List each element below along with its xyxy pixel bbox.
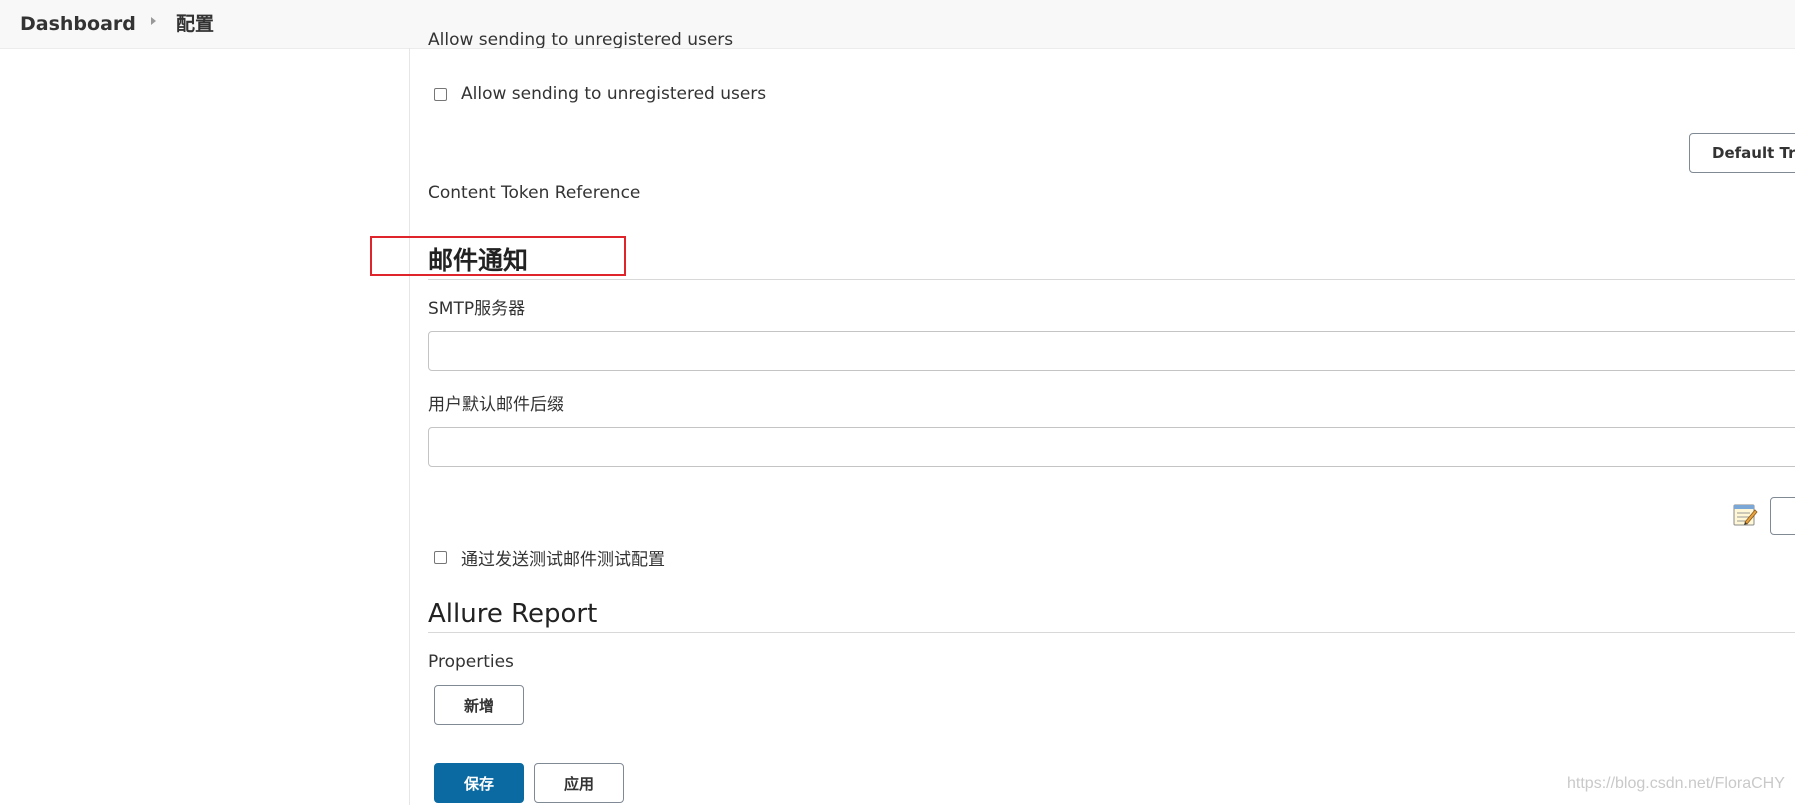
content-token-reference-label: Content Token Reference <box>428 183 641 203</box>
default-suffix-label: 用户默认邮件后缀 <box>428 395 564 415</box>
allure-report-title: Allure Report <box>428 599 598 629</box>
allow-unregistered-label: Allow sending to unregistered users <box>461 84 767 104</box>
scrolled-off-text: Allow sending to unregistered users <box>428 30 734 48</box>
save-button[interactable]: 保存 <box>434 763 524 803</box>
breadcrumb-bar: Dashboard 配置 <box>0 0 1795 49</box>
sidebar-divider <box>409 48 410 805</box>
allow-unregistered-checkbox[interactable] <box>434 87 447 101</box>
watermark-text: https://blog.csdn.net/FloraCHY <box>1567 775 1785 792</box>
notepad-icon[interactable] <box>1731 500 1759 528</box>
test-config-label: 通过发送测试邮件测试配置 <box>461 550 665 570</box>
add-property-button[interactable]: 新增 <box>434 685 524 725</box>
smtp-server-input[interactable] <box>428 331 1795 371</box>
properties-label: Properties <box>428 652 514 672</box>
apply-button[interactable]: 应用 <box>534 763 624 803</box>
test-config-checkbox[interactable] <box>434 551 447 564</box>
smtp-server-label: SMTP服务器 <box>428 299 526 319</box>
section-divider <box>428 632 1795 633</box>
advanced-button-partial[interactable] <box>1770 497 1795 535</box>
default-suffix-input[interactable] <box>428 427 1795 467</box>
allow-unregistered-row: Allow sending to unregistered users <box>434 84 766 104</box>
breadcrumb-current: 配置 <box>176 13 215 35</box>
highlight-annotation-box <box>370 236 626 276</box>
section-divider <box>428 279 1795 280</box>
default-triggers-button[interactable]: Default Triggers <box>1689 133 1795 173</box>
test-config-row: 通过发送测试邮件测试配置 <box>434 545 665 570</box>
chevron-right-icon <box>151 17 156 25</box>
breadcrumb-dashboard-link[interactable]: Dashboard <box>20 11 136 37</box>
